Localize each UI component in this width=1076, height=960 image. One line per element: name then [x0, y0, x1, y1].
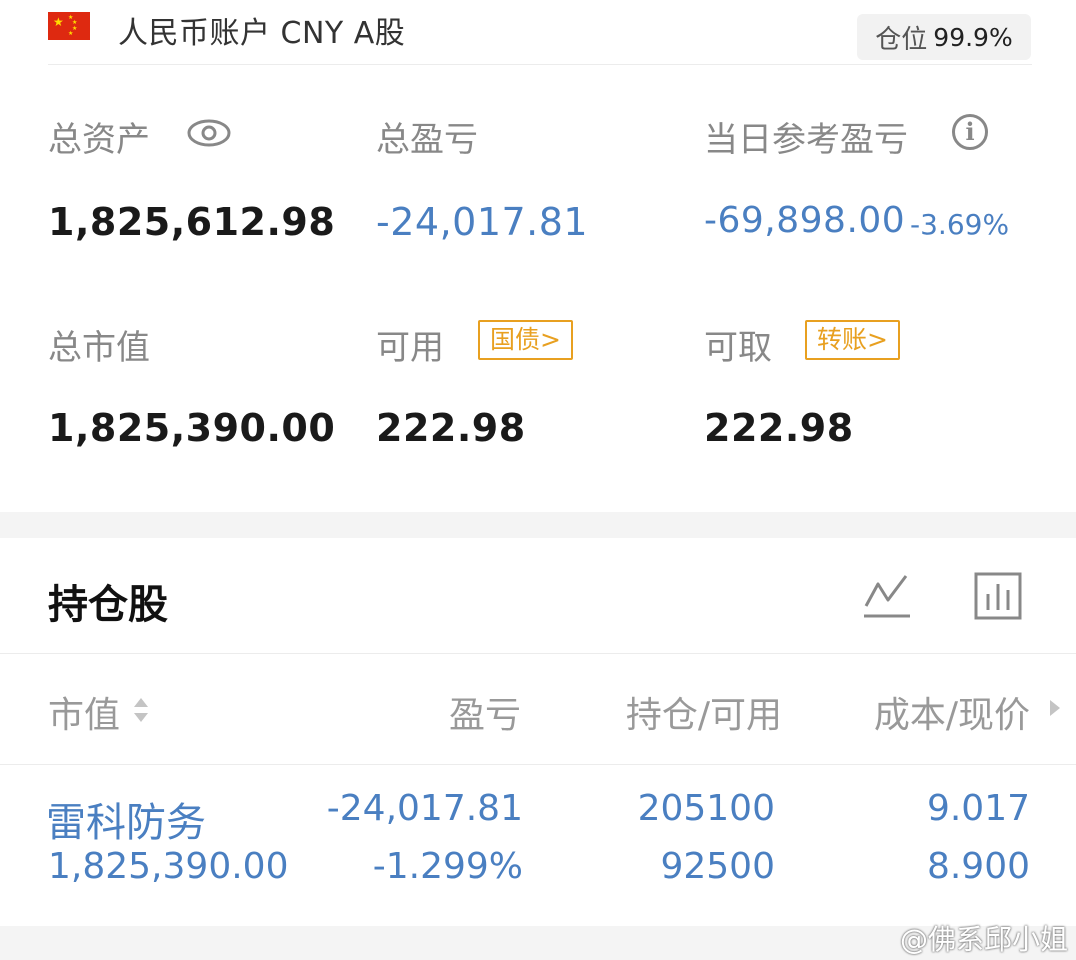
stock-price: 8.900: [926, 846, 1030, 887]
bar-chart-icon[interactable]: [974, 572, 1022, 620]
section-separator: [0, 512, 1076, 538]
column-header-pnl[interactable]: 盈亏: [449, 686, 521, 738]
total-assets-value: 1,825,612.98: [48, 200, 336, 244]
available-label: 可用: [376, 328, 444, 368]
stock-market-value: 1,825,390.00: [48, 846, 289, 887]
position-badge[interactable]: 仓位 99.9%: [857, 14, 1031, 60]
daily-pnl-label: 当日参考盈亏: [704, 120, 908, 160]
holdings-title: 持仓股: [48, 582, 168, 628]
position-label: 仓位: [875, 24, 928, 55]
info-icon[interactable]: i: [952, 114, 988, 150]
total-pnl-value: -24,017.81: [376, 200, 589, 244]
stock-position: 205100: [637, 788, 775, 829]
market-value-label: 总市值: [48, 328, 150, 368]
total-pnl-label: 总盈亏: [376, 120, 478, 160]
market-value-value: 1,825,390.00: [48, 406, 336, 450]
trend-chart-icon[interactable]: [862, 570, 912, 620]
transfer-tag-button[interactable]: 转账>: [805, 320, 900, 360]
daily-pnl-pct: -3.69%: [910, 208, 1010, 241]
stock-cost: 9.017: [926, 788, 1030, 829]
withdrawable-label: 可取: [704, 328, 772, 368]
stock-available: 92500: [660, 846, 775, 887]
watermark: @佛系邱小姐: [899, 923, 1068, 956]
header-divider: [48, 64, 1032, 65]
china-flag-icon: ★ ★ ★ ★ ★: [48, 12, 90, 40]
daily-pnl-value: -69,898.00: [704, 200, 906, 241]
sort-icon[interactable]: [132, 692, 150, 726]
holdings-divider: [0, 653, 1076, 654]
column-header-cost-price[interactable]: 成本/现价: [874, 686, 1030, 738]
withdrawable-value: 222.98: [704, 406, 854, 450]
caret-right-icon[interactable]: [1048, 698, 1062, 718]
stock-name[interactable]: 雷科防务: [46, 790, 206, 848]
column-header-market-value[interactable]: 市值: [48, 686, 120, 738]
stock-pnl-pct: -1.299%: [372, 846, 523, 887]
available-value: 222.98: [376, 406, 526, 450]
account-title: 人民币账户 CNY A股: [118, 16, 406, 51]
eye-icon[interactable]: [186, 116, 232, 150]
column-header-position[interactable]: 持仓/可用: [626, 686, 782, 738]
total-assets-label: 总资产: [48, 120, 150, 160]
position-value: 99.9%: [933, 22, 1013, 52]
header-row-divider: [0, 764, 1076, 765]
treasury-tag-button[interactable]: 国债>: [478, 320, 573, 360]
stock-pnl: -24,017.81: [326, 788, 523, 829]
